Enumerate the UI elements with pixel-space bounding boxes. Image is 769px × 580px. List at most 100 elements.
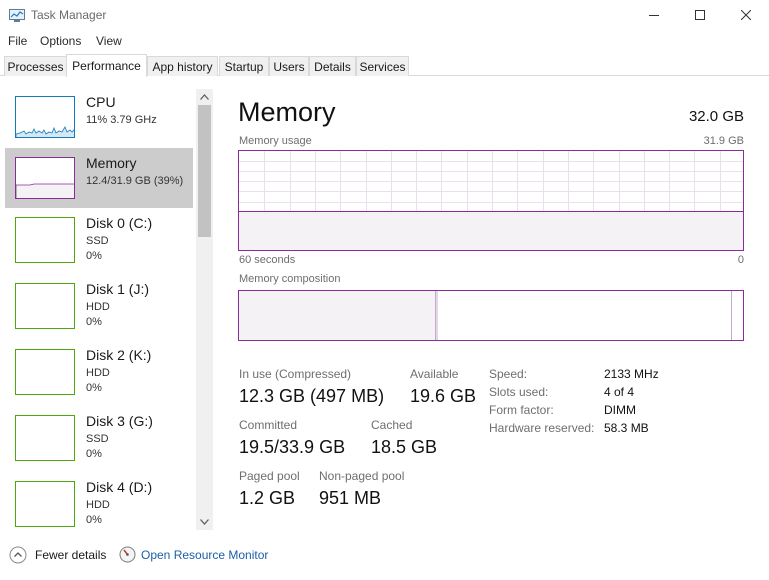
disk-1-usage: 0% — [86, 316, 102, 328]
tab-services[interactable]: Services — [356, 56, 409, 76]
memory-usage-max: 31.9 GB — [703, 135, 744, 147]
speed-key: Speed: — [489, 367, 528, 381]
memory-thumbnail-graph — [15, 157, 75, 199]
memory-composition-bar — [238, 290, 744, 341]
composition-modified[interactable] — [436, 291, 438, 340]
cpu-title: CPU — [86, 94, 116, 110]
in-use-label: In use (Compressed) — [239, 367, 352, 381]
minimize-icon — [649, 15, 659, 16]
task-manager-icon — [9, 9, 25, 22]
disk-4-title: Disk 4 (D:) — [86, 479, 153, 495]
non-paged-pool-value: 951 MB — [319, 488, 382, 508]
cpu-usage: 11% 3.79 GHz — [86, 114, 157, 126]
resource-monitor-icon — [119, 546, 136, 563]
available-value: 19.6 GB — [410, 386, 477, 406]
close-icon — [741, 10, 751, 20]
sidebar-item-disk-4[interactable]: Disk 4 (D:) HDD 0% — [5, 472, 193, 530]
resource-list: CPU 11% 3.79 GHz Memory 12.4/31.9 GB (39… — [0, 77, 213, 530]
speed-value: 2133 MHz — [604, 367, 659, 381]
footer: Fewer details Open Resource Monitor — [0, 540, 769, 570]
menu-view[interactable]: View — [96, 34, 122, 48]
form-factor-key: Form factor: — [489, 403, 554, 417]
slots-used-key: Slots used: — [489, 385, 549, 399]
sidebar-item-disk-2[interactable]: Disk 2 (K:) HDD 0% — [5, 340, 193, 400]
scroll-down-button[interactable] — [196, 514, 213, 530]
committed-value: 19.5/33.9 GB — [239, 437, 346, 457]
window-title: Task Manager — [31, 8, 107, 22]
minimize-button[interactable] — [631, 0, 677, 30]
chevron-down-icon — [200, 519, 209, 525]
disk-0-usage: 0% — [86, 250, 102, 262]
paged-pool-label: Paged pool — [239, 469, 300, 483]
menu-bar: File Options View — [0, 30, 769, 52]
disk-1-thumbnail-graph — [15, 283, 75, 329]
menu-file[interactable]: File — [8, 34, 27, 48]
memory-composition-label: Memory composition — [239, 273, 341, 285]
fewer-details-button[interactable]: Fewer details — [35, 548, 106, 562]
memory-usage: 12.4/31.9 GB (39%) — [86, 175, 184, 187]
disk-4-thumbnail-graph — [15, 481, 75, 527]
resource-list-scrollbar[interactable] — [196, 89, 213, 530]
composition-standby-end[interactable] — [731, 291, 732, 340]
non-paged-pool-label: Non-paged pool — [319, 469, 405, 483]
disk-4-type: HDD — [86, 499, 110, 511]
total-memory: 32.0 GB — [688, 108, 744, 125]
tab-processes[interactable]: Processes — [4, 56, 67, 76]
hardware-reserved-key: Hardware reserved: — [489, 421, 595, 435]
cpu-sparkline — [16, 126, 74, 137]
sidebar-item-disk-1[interactable]: Disk 1 (J:) HDD 0% — [5, 274, 193, 334]
disk-0-type: SSD — [86, 235, 109, 247]
sidebar-item-memory[interactable]: Memory 12.4/31.9 GB (39%) — [5, 148, 193, 208]
scroll-thumb[interactable] — [198, 105, 211, 237]
cached-value: 18.5 GB — [371, 437, 438, 457]
disk-3-usage: 0% — [86, 448, 102, 460]
hardware-reserved-value: 58.3 MB — [604, 421, 649, 435]
memory-title: Memory — [86, 155, 137, 171]
tab-users[interactable]: Users — [269, 56, 309, 76]
tab-app-history[interactable]: App history — [147, 56, 218, 76]
disk-0-title: Disk 0 (C:) — [86, 215, 153, 231]
memory-usage-fill — [239, 211, 743, 250]
cpu-thumbnail-graph — [15, 96, 75, 138]
disk-3-title: Disk 3 (G:) — [86, 413, 153, 429]
chevron-up-circle-icon[interactable] — [9, 546, 27, 564]
memory-sparkline — [16, 183, 74, 198]
page-title: Memory — [238, 97, 336, 127]
disk-1-type: HDD — [86, 301, 110, 313]
disk-1-title: Disk 1 (J:) — [86, 281, 149, 297]
in-use-value: 12.3 GB (497 MB) — [239, 386, 385, 406]
disk-4-usage: 0% — [86, 514, 102, 526]
menu-options[interactable]: Options — [40, 34, 81, 48]
tab-performance[interactable]: Performance — [66, 54, 147, 77]
memory-usage-label: Memory usage — [239, 135, 312, 147]
tab-bar: Processes Performance App history Startu… — [0, 54, 769, 77]
time-axis-right: 0 — [737, 254, 744, 266]
committed-label: Committed — [239, 418, 298, 432]
disk-2-thumbnail-graph — [15, 349, 75, 395]
disk-2-usage: 0% — [86, 382, 102, 394]
tab-startup[interactable]: Startup — [219, 56, 269, 76]
scroll-up-button[interactable] — [196, 89, 213, 105]
time-axis-left: 60 seconds — [239, 254, 296, 266]
title-bar: Task Manager — [0, 0, 769, 30]
disk-2-type: HDD — [86, 367, 110, 379]
maximize-icon — [695, 10, 705, 20]
slots-used-value: 4 of 4 — [604, 385, 635, 399]
disk-3-type: SSD — [86, 433, 109, 445]
memory-usage-graph — [238, 150, 744, 251]
maximize-button[interactable] — [677, 0, 723, 30]
tab-details[interactable]: Details — [309, 56, 356, 76]
open-resource-monitor-link[interactable]: Open Resource Monitor — [141, 548, 268, 562]
form-factor-value: DIMM — [604, 403, 636, 417]
sidebar-item-disk-3[interactable]: Disk 3 (G:) SSD 0% — [5, 406, 193, 466]
cached-label: Cached — [371, 418, 413, 432]
disk-2-title: Disk 2 (K:) — [86, 347, 152, 363]
close-button[interactable] — [723, 0, 769, 30]
sidebar-item-cpu[interactable]: CPU 11% 3.79 GHz — [5, 87, 193, 147]
disk-3-thumbnail-graph — [15, 415, 75, 461]
sidebar-item-disk-0[interactable]: Disk 0 (C:) SSD 0% — [5, 208, 193, 268]
composition-in-use[interactable] — [239, 291, 436, 340]
available-label: Available — [410, 367, 459, 381]
disk-0-thumbnail-graph — [15, 217, 75, 263]
paged-pool-value: 1.2 GB — [239, 488, 296, 508]
